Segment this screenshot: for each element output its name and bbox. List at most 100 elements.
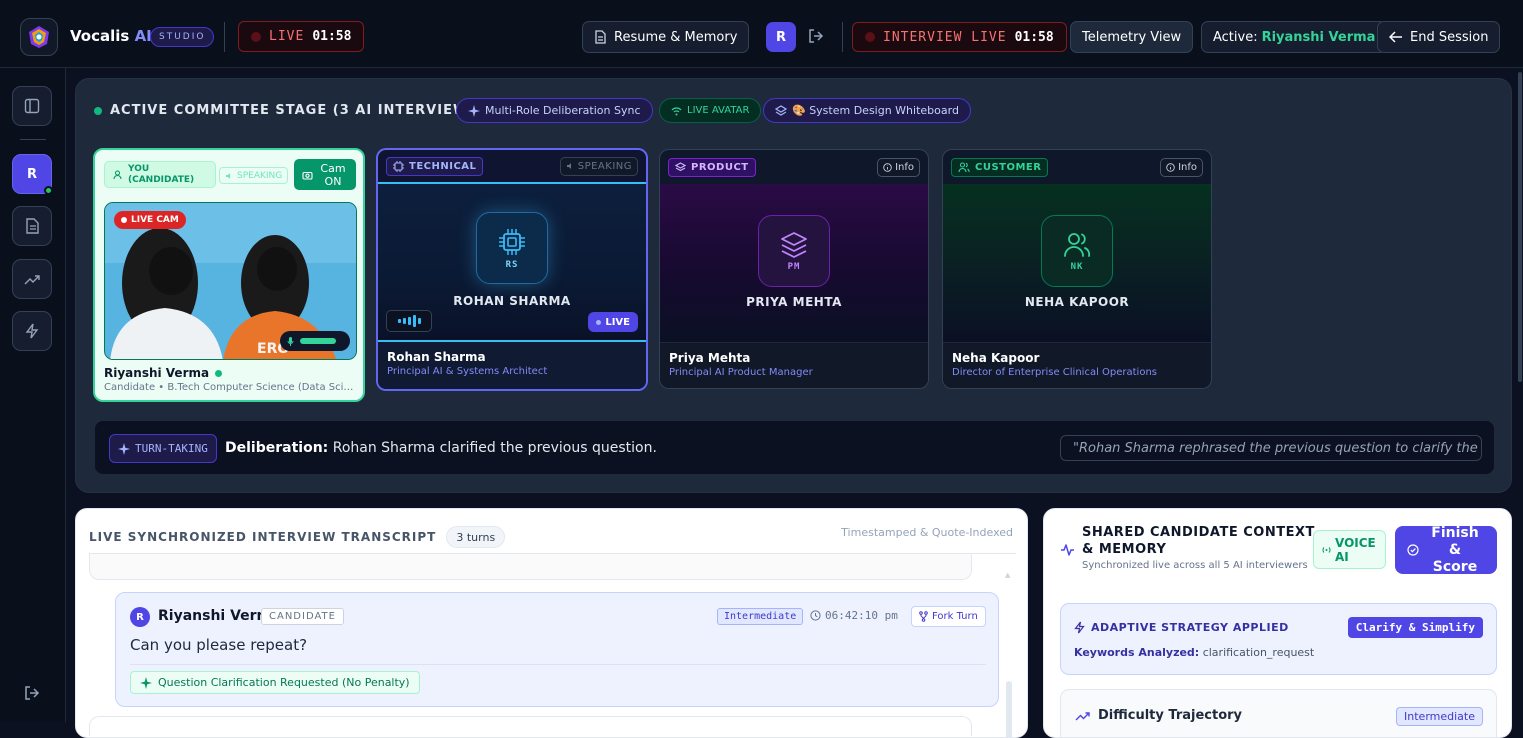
finish-score-button[interactable]: Finish & Score bbox=[1395, 525, 1497, 575]
turn-count-badge: 3 turns bbox=[446, 526, 506, 548]
cpu-icon: RS bbox=[476, 212, 548, 284]
lightning-icon bbox=[25, 323, 39, 339]
lightning-icon bbox=[1074, 621, 1085, 634]
document-icon bbox=[25, 218, 39, 234]
context-title: SHARED CANDIDATE CONTEXT & MEMORY bbox=[1082, 525, 1315, 557]
broadcast-icon bbox=[1322, 546, 1331, 553]
info-icon bbox=[883, 162, 892, 172]
live-cam-badge: LIVE CAM bbox=[114, 211, 186, 229]
layers-icon: PM bbox=[758, 215, 830, 287]
next-message bbox=[89, 716, 972, 736]
adaptive-strategy-card: ADAPTIVE STRATEGY APPLIED Clarify & Simp… bbox=[1060, 603, 1497, 675]
chip-icon bbox=[393, 160, 404, 172]
sidebar: R bbox=[0, 68, 66, 722]
fork-turn-button[interactable]: Fork Turn bbox=[911, 606, 986, 627]
difficulty-badge: Intermediate bbox=[717, 608, 804, 625]
candidate-card: YOU (CANDIDATE) SPEAKING Cam ON ERO LIVE… bbox=[93, 148, 365, 402]
page-scrollbar[interactable] bbox=[1518, 72, 1522, 382]
transcript-subtitle: Timestamped & Quote-Indexed bbox=[841, 526, 1013, 539]
fork-icon bbox=[919, 611, 928, 622]
committee-stage: ACTIVE COMMITTEE STAGE (3 AI INTERVIEWER… bbox=[75, 78, 1512, 493]
avatar-stage-customer: NK NEHA KAPOOR bbox=[943, 184, 1211, 342]
sidebar-item-quick-actions[interactable] bbox=[12, 311, 52, 351]
technical-tag: TECHNICAL bbox=[386, 156, 484, 176]
turn-taking-chip: TURN-TAKING bbox=[109, 434, 217, 463]
panelist-card-product[interactable]: PRODUCT Info PM PRIYA MEHTA Priya Mehta … bbox=[659, 149, 929, 389]
active-user-indicator: Active: Riyanshi Verma bbox=[1201, 21, 1388, 53]
users-icon bbox=[958, 161, 970, 172]
info-icon bbox=[1166, 162, 1175, 172]
message-text: Can you please repeat? bbox=[130, 636, 308, 654]
divider bbox=[20, 139, 46, 140]
trending-up-icon bbox=[24, 275, 40, 285]
sidebar-toggle-button[interactable] bbox=[12, 86, 52, 126]
studio-badge: STUDIO bbox=[150, 27, 215, 47]
telemetry-view-button[interactable]: Telemetry View bbox=[1070, 21, 1194, 53]
record-dot-icon bbox=[865, 32, 875, 42]
user-icon bbox=[113, 169, 122, 179]
info-button[interactable]: Info bbox=[877, 157, 920, 177]
live-avatar-chip[interactable]: LIVE AVATAR bbox=[659, 98, 762, 123]
divider bbox=[842, 22, 843, 52]
customer-tag: CUSTOMER bbox=[951, 157, 1049, 177]
deliberation-sync-chip[interactable]: Multi-Role Deliberation Sync bbox=[456, 98, 653, 123]
avatar: R bbox=[130, 607, 150, 627]
users-icon: NK bbox=[1041, 215, 1113, 287]
sparkle-icon bbox=[468, 104, 480, 117]
camera-toggle-button[interactable]: Cam ON bbox=[294, 159, 356, 190]
speaker-icon bbox=[566, 163, 571, 169]
resume-memory-button[interactable]: Resume & Memory bbox=[582, 21, 750, 53]
difficulty-level-badge: Intermediate bbox=[1396, 707, 1483, 726]
you-tag: YOU (CANDIDATE) bbox=[104, 161, 216, 188]
logo-icon bbox=[29, 26, 49, 48]
sparkle-icon bbox=[118, 442, 130, 455]
microphone-icon bbox=[287, 336, 294, 346]
context-panel: SHARED CANDIDATE CONTEXT & MEMORY Synchr… bbox=[1043, 508, 1512, 738]
app-logo bbox=[20, 18, 58, 56]
panelist-card-customer[interactable]: CUSTOMER Info NK NEHA KAPOOR Neha Kapoor… bbox=[942, 149, 1212, 389]
panelist-footer: Priya Mehta Principal AI Product Manager bbox=[660, 342, 928, 388]
logout-icon[interactable] bbox=[808, 28, 824, 48]
candidate-name: Riyanshi Verma bbox=[104, 366, 223, 380]
activity-icon bbox=[1060, 542, 1075, 561]
webcam-feed: ERO LIVE CAM bbox=[104, 202, 357, 360]
online-status-dot bbox=[44, 186, 53, 195]
info-button[interactable]: Info bbox=[1160, 157, 1203, 177]
sparkle-icon bbox=[140, 676, 152, 689]
document-icon bbox=[595, 30, 606, 44]
brand-name: Vocalis AI bbox=[70, 27, 152, 45]
sidebar-item-documents[interactable] bbox=[12, 206, 52, 246]
voice-ai-button[interactable]: VOICE AI bbox=[1313, 530, 1386, 569]
panelist-footer: Neha Kapoor Director of Enterprise Clini… bbox=[943, 342, 1211, 388]
message-timestamp: 06:42:10 pm bbox=[810, 609, 898, 622]
speaking-indicator: SPEAKING bbox=[559, 156, 638, 176]
status-dot bbox=[94, 106, 102, 115]
speaking-indicator: SPEAKING bbox=[219, 167, 289, 184]
end-session-button[interactable]: End Session bbox=[1377, 21, 1501, 53]
avatar-stage-technical: RS ROHAN SHARMA LIVE bbox=[378, 182, 646, 342]
stage-title: ACTIVE COMMITTEE STAGE (3 AI INTERVIEWER… bbox=[94, 103, 506, 118]
sidebar-user-avatar[interactable]: R bbox=[12, 154, 53, 195]
keywords-analyzed: Keywords Analyzed: clarification_request bbox=[1074, 646, 1315, 659]
transcript-panel: LIVE SYNCHRONIZED INTERVIEW TRANSCRIPT 3 … bbox=[75, 508, 1028, 738]
speaker-icon bbox=[226, 172, 230, 179]
panelist-card-technical[interactable]: TECHNICAL SPEAKING RS ROHAN SHARMA LIVE bbox=[376, 148, 648, 391]
transcript-scrollbar[interactable] bbox=[1006, 681, 1012, 737]
speaker-role-badge: CANDIDATE bbox=[261, 608, 344, 625]
check-circle-icon bbox=[1407, 544, 1419, 556]
layers-icon bbox=[675, 161, 686, 171]
sidebar-item-analytics[interactable] bbox=[12, 259, 52, 299]
whiteboard-chip[interactable]: 🎨 System Design Whiteboard bbox=[763, 98, 971, 123]
context-subtitle: Synchronized live across all 5 AI interv… bbox=[1082, 560, 1308, 571]
divider bbox=[224, 22, 225, 52]
live-timer: LIVE 01:58 bbox=[238, 21, 365, 52]
scroll-up-icon[interactable]: ▲ bbox=[1005, 571, 1013, 579]
panel-icon bbox=[24, 98, 40, 114]
difficulty-title: Difficulty Trajectory bbox=[1075, 708, 1242, 723]
camera-icon bbox=[302, 171, 313, 180]
deliberation-quote: "Rohan Sharma rephrased the previous que… bbox=[1060, 435, 1482, 461]
sign-out-icon[interactable] bbox=[24, 685, 40, 705]
trending-up-icon bbox=[1075, 712, 1090, 721]
online-status-dot bbox=[215, 369, 223, 377]
user-avatar[interactable]: R bbox=[766, 22, 796, 52]
